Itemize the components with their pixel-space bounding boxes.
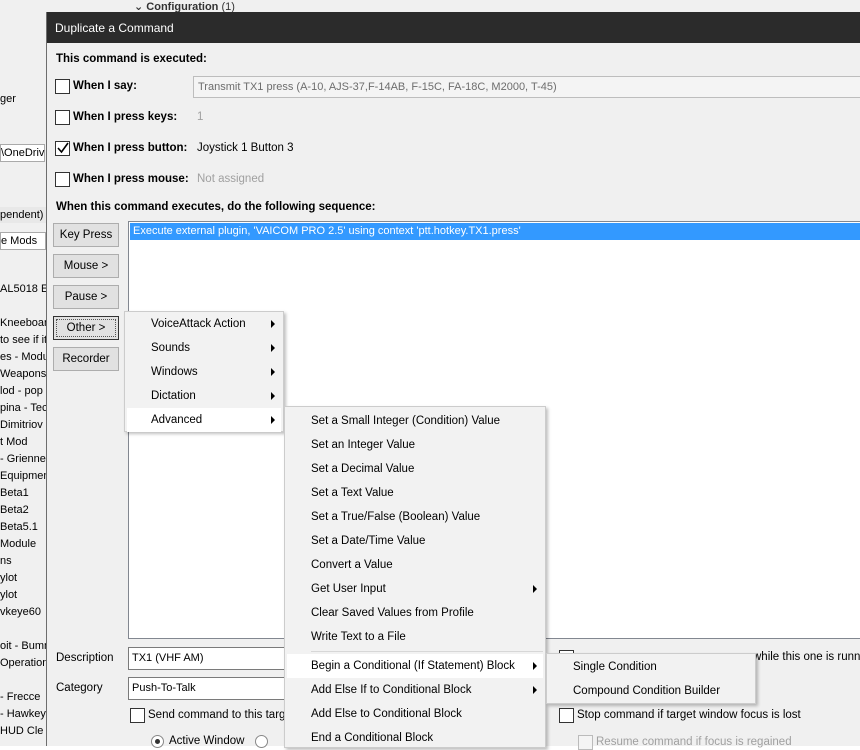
pause-button[interactable]: Pause > xyxy=(53,285,119,309)
submenu-arrow-icon xyxy=(271,392,275,400)
when-button-value[interactable]: Joystick 1 Button 3 xyxy=(197,142,294,154)
other-menu: VoiceAttack Action Sounds Windows Dictat… xyxy=(124,311,284,432)
menu-separator xyxy=(311,651,543,652)
bg-text: Weapons I xyxy=(0,368,53,380)
bg-text: - Hawkey xyxy=(0,708,46,720)
conditional-menu: Single Condition Compound Condition Buil… xyxy=(546,653,756,704)
description-input[interactable]: TX1 (VHF AM) xyxy=(128,647,288,670)
menu-item-compound-condition[interactable]: Compound Condition Builder xyxy=(549,679,753,703)
bg-text: lod - pop xyxy=(0,385,43,397)
dialog-titlebar: Duplicate a Command xyxy=(47,12,860,43)
menu-item-advanced[interactable]: Advanced xyxy=(127,408,281,432)
stop-focus-label: Stop command if target window focus is l… xyxy=(577,709,801,721)
bg-text: Beta2 xyxy=(0,504,29,516)
advanced-menu: Set a Small Integer (Condition) Value Se… xyxy=(284,406,546,748)
bg-text: ylot xyxy=(0,572,18,584)
when-mouse-checkbox[interactable] xyxy=(55,172,70,187)
bg-text: AL5018 E xyxy=(0,283,49,295)
submenu-arrow-icon xyxy=(271,320,275,328)
bg-text: Operation xyxy=(0,657,49,669)
menu-item-convert-value[interactable]: Convert a Value xyxy=(287,553,543,577)
submenu-arrow-icon xyxy=(533,662,537,670)
background-window-header: ⌄ Configuration (1) xyxy=(0,0,860,13)
submenu-arrow-icon xyxy=(271,368,275,376)
send-target-label: Send command to this targ xyxy=(148,709,286,721)
submenu-arrow-icon xyxy=(271,416,275,424)
bg-path-field: \OneDriv xyxy=(0,144,46,162)
when-keys-checkbox[interactable] xyxy=(55,110,70,125)
dialog-title: Duplicate a Command xyxy=(55,21,174,35)
bg-text: - Frecce xyxy=(0,691,41,703)
bg-text: Equipmen xyxy=(0,470,50,482)
bg-text: ns xyxy=(0,555,12,567)
category-label: Category xyxy=(56,682,103,694)
menu-item-begin-conditional[interactable]: Begin a Conditional (If Statement) Block xyxy=(287,654,543,678)
bg-dropdown: pendent) - xyxy=(0,207,51,223)
send-target-checkbox[interactable] xyxy=(130,708,145,723)
submenu-arrow-icon xyxy=(271,344,275,352)
menu-item-add-else[interactable]: Add Else to Conditional Block xyxy=(287,702,543,726)
background-window: ger \OneDriv pendent) - e Mods AL5018 E … xyxy=(0,0,53,746)
bg-text: ger xyxy=(0,93,16,105)
bg-text: Kneeboar xyxy=(0,317,48,329)
bg-text: to see if it xyxy=(0,334,48,346)
menu-item-single-condition[interactable]: Single Condition xyxy=(549,655,753,679)
when-button-label: When I press button: xyxy=(73,142,188,154)
checkmark-icon xyxy=(57,142,69,154)
when-button-checkbox[interactable] xyxy=(55,141,70,156)
when-mouse-label: When I press mouse: xyxy=(73,173,189,185)
submenu-arrow-icon xyxy=(533,686,537,694)
menu-item-set-small-integer[interactable]: Set a Small Integer (Condition) Value xyxy=(287,409,543,433)
bg-text: es - Modu xyxy=(0,351,49,363)
bg-text: t Mod xyxy=(0,436,28,448)
menu-item-set-boolean[interactable]: Set a True/False (Boolean) Value xyxy=(287,505,543,529)
executed-header: This command is executed: xyxy=(56,53,207,65)
description-label: Description xyxy=(56,652,114,664)
when-say-checkbox[interactable] xyxy=(55,79,70,94)
menu-item-add-else-if[interactable]: Add Else If to Conditional Block xyxy=(287,678,543,702)
submenu-arrow-icon xyxy=(533,585,537,593)
bg-text: ylot xyxy=(0,589,18,601)
menu-item-clear-saved-values[interactable]: Clear Saved Values from Profile xyxy=(287,601,543,625)
mouse-button[interactable]: Mouse > xyxy=(53,254,119,278)
when-keys-label: When I press keys: xyxy=(73,111,178,123)
menu-item-set-decimal[interactable]: Set a Decimal Value xyxy=(287,457,543,481)
menu-item-voiceattack-action[interactable]: VoiceAttack Action xyxy=(127,312,281,336)
when-say-label: When I say: xyxy=(73,80,137,92)
resume-focus-label: Resume command if focus is regained xyxy=(596,736,792,748)
menu-item-end-conditional[interactable]: End a Conditional Block xyxy=(287,726,543,750)
bg-text: Beta5.1 xyxy=(0,521,38,533)
category-input[interactable]: Push-To-Talk xyxy=(128,677,288,700)
stop-focus-checkbox[interactable] xyxy=(559,708,574,723)
resume-focus-checkbox[interactable] xyxy=(578,735,593,750)
when-say-field[interactable]: Transmit TX1 press (A-10, AJS-37,F-14AB,… xyxy=(193,76,860,98)
bg-text: - Griennel xyxy=(0,453,49,465)
key-press-button[interactable]: Key Press xyxy=(53,223,119,247)
menu-item-set-datetime[interactable]: Set a Date/Time Value xyxy=(287,529,543,553)
when-keys-value[interactable]: 1 xyxy=(197,111,203,123)
specific-window-radio[interactable] xyxy=(255,735,268,748)
bg-text: Dimitriov xyxy=(0,419,43,431)
when-mouse-value[interactable]: Not assigned xyxy=(197,173,264,185)
menu-item-dictation[interactable]: Dictation xyxy=(127,384,281,408)
menu-item-sounds[interactable]: Sounds xyxy=(127,336,281,360)
bg-text: Module xyxy=(0,538,37,550)
recorder-button[interactable]: Recorder xyxy=(53,347,119,371)
other-button[interactable]: Other > xyxy=(53,316,119,340)
bg-text: HUD Cle xyxy=(0,725,44,737)
bg-filter-field: e Mods xyxy=(0,232,46,250)
sequence-header: When this command executes, do the follo… xyxy=(56,201,376,213)
active-window-radio[interactable] xyxy=(151,735,164,748)
menu-item-get-user-input[interactable]: Get User Input xyxy=(287,577,543,601)
bg-text: pina - Tec xyxy=(0,402,48,414)
menu-item-set-integer[interactable]: Set an Integer Value xyxy=(287,433,543,457)
bg-text: Beta1 xyxy=(0,487,29,499)
running-label: while this one is runni xyxy=(753,651,860,663)
sequence-row-selected[interactable]: Execute external plugin, 'VAICOM PRO 2.5… xyxy=(130,223,860,240)
menu-item-write-text-file[interactable]: Write Text to a File xyxy=(287,625,543,649)
menu-item-set-text[interactable]: Set a Text Value xyxy=(287,481,543,505)
menu-item-windows[interactable]: Windows xyxy=(127,360,281,384)
bg-text: vkeye60 xyxy=(0,606,41,618)
active-window-label: Active Window xyxy=(169,735,245,747)
